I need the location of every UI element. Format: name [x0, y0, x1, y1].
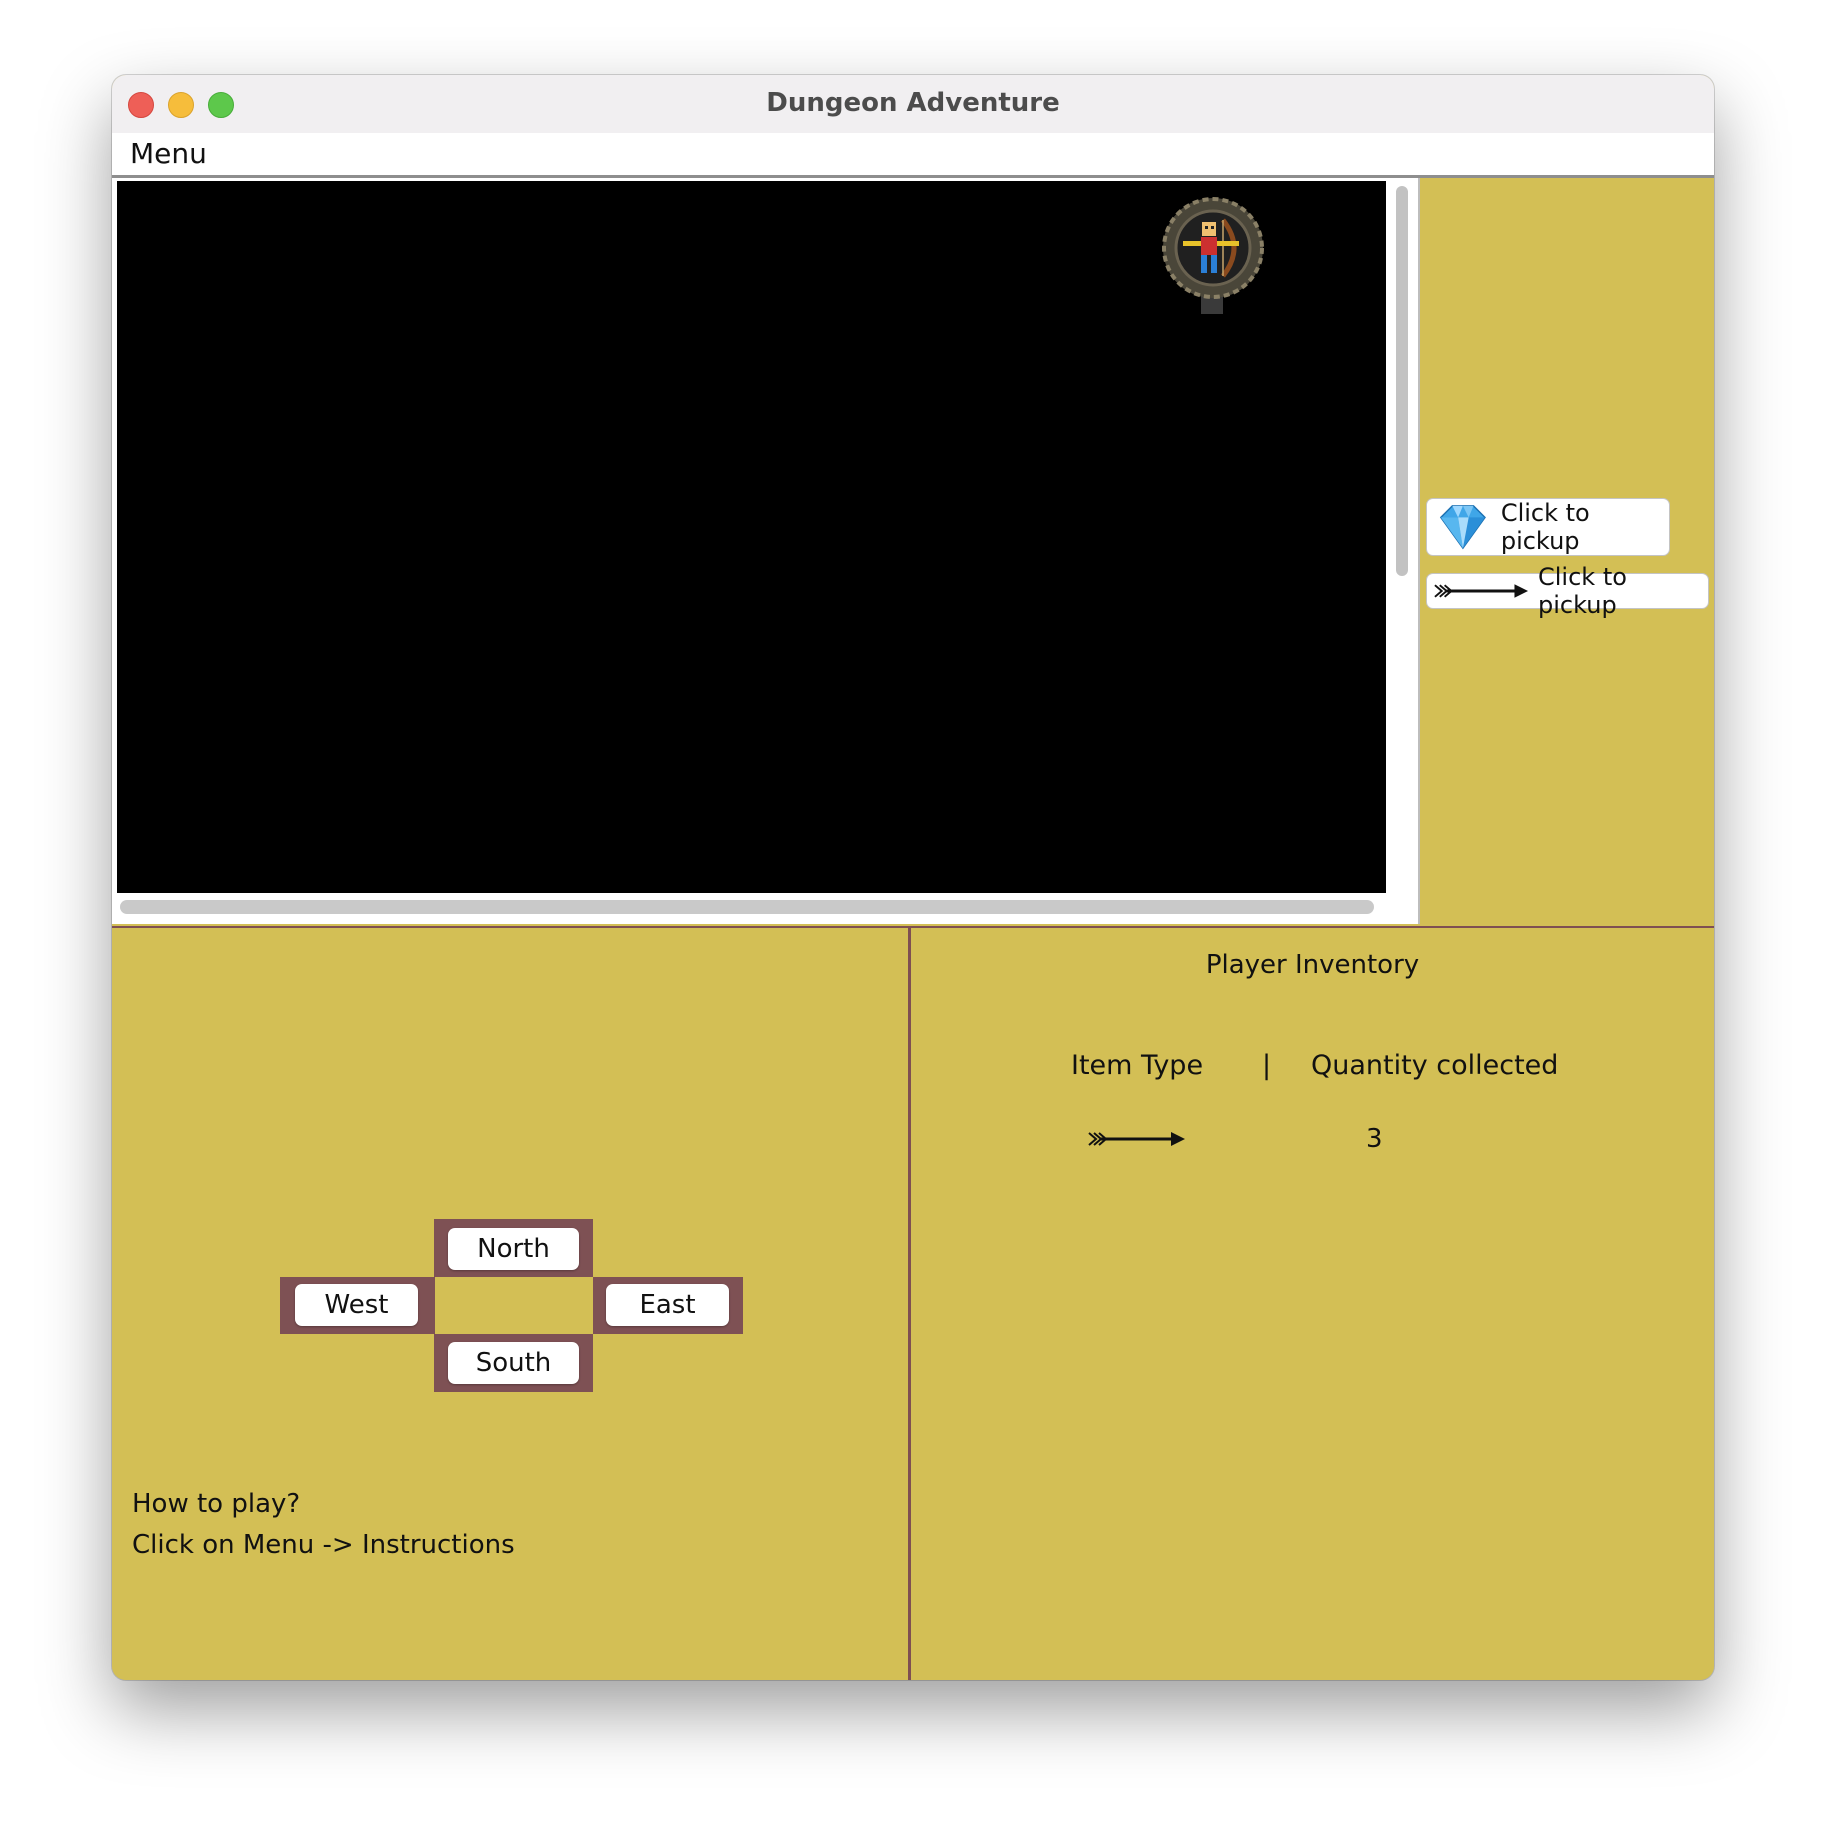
arrow-icon: [1434, 584, 1529, 598]
window-title: Dungeon Adventure: [766, 88, 1060, 118]
room-items-panel: Click to pickup Click to pickup: [1420, 178, 1714, 924]
title-bar: Dungeon Adventure: [112, 75, 1714, 134]
horizontal-scrollbar[interactable]: [120, 900, 1374, 914]
menu-button[interactable]: Menu: [130, 137, 207, 170]
pickup-arrow-button[interactable]: Click to pickup: [1426, 563, 1709, 619]
east-button[interactable]: East: [606, 1284, 729, 1326]
dungeon-map: [117, 181, 1386, 893]
dungeon-viewport: [112, 178, 1420, 924]
help-heading: How to play?: [132, 1489, 301, 1519]
west-button[interactable]: West: [295, 1284, 418, 1326]
arrow-icon: [1088, 1132, 1185, 1146]
player-room-icon: [1162, 197, 1264, 314]
vertical-scrollbar[interactable]: [1396, 186, 1408, 576]
menu-bar: Menu: [112, 133, 1714, 178]
arrow-quantity: 3: [1366, 1124, 1383, 1154]
diamond-gem-icon: [1439, 505, 1486, 550]
item-type-header: Item Type: [1071, 1050, 1204, 1081]
inventory-panel: Player Inventory Item Type | Quantity co…: [911, 926, 1714, 1680]
inventory-title: Player Inventory: [1205, 950, 1420, 980]
column-separator: |: [1262, 1050, 1272, 1081]
help-instruction: Click on Menu -> Instructions: [132, 1530, 515, 1560]
south-button[interactable]: South: [448, 1342, 579, 1384]
controls-panel: North West East South How to play? Click…: [112, 926, 911, 1680]
pickup-gem-button[interactable]: Click to pickup: [1426, 498, 1670, 556]
quantity-header: Quantity collected: [1311, 1050, 1559, 1081]
pickup-arrow-label: Click to pickup: [1538, 563, 1627, 619]
pickup-gem-label: Click to pickup: [1500, 499, 1590, 555]
game-window: Dungeon Adventure Menu Click to pickup C…: [112, 75, 1714, 1680]
north-button[interactable]: North: [448, 1228, 579, 1270]
